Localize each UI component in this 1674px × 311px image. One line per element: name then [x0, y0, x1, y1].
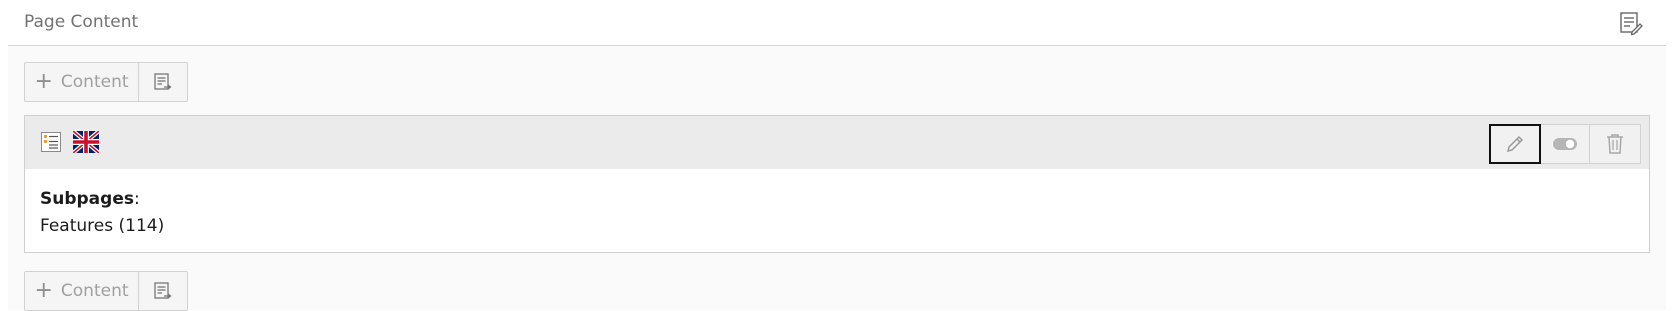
edit-page-icon[interactable] — [1618, 10, 1644, 36]
add-content-button[interactable]: + Content — [25, 63, 139, 101]
subpages-colon: : — [133, 189, 140, 209]
panel-title: Page Content — [24, 12, 139, 32]
bottom-new-content-group: + Content — [24, 271, 188, 311]
paste-button-bottom[interactable] — [139, 272, 187, 310]
menu-subpages-icon — [40, 131, 62, 153]
delete-button[interactable] — [1590, 125, 1640, 163]
subpages-heading: Subpages — [40, 189, 134, 209]
toggle-visibility-button[interactable] — [1540, 125, 1590, 163]
paste-icon — [154, 282, 172, 299]
add-content-label-bottom: Content — [60, 281, 129, 301]
pencil-icon — [1506, 135, 1523, 153]
add-content-button-bottom[interactable]: + Content — [25, 272, 139, 310]
edit-button[interactable] — [1489, 124, 1541, 164]
content-element-body[interactable]: Subpages: Features (114) — [40, 186, 164, 240]
content-element-card: Subpages: Features (114) — [24, 115, 1650, 253]
subpage-item: Features (114) — [40, 216, 165, 236]
paste-button[interactable] — [139, 63, 187, 101]
paste-icon — [154, 73, 172, 90]
uk-flag-icon — [71, 129, 101, 155]
add-content-label: Content — [60, 72, 129, 92]
panel-header: Page Content — [8, 0, 1666, 46]
top-new-content-group: + Content — [24, 62, 188, 102]
content-element-actions — [1489, 124, 1641, 164]
trash-icon — [1607, 134, 1623, 154]
plus-icon: + — [34, 278, 53, 303]
plus-icon: + — [34, 69, 53, 94]
content-element-header — [25, 116, 1649, 169]
toggle-icon — [1552, 138, 1577, 150]
page-content-panel: Page Content + Content Subpages: Feature… — [8, 0, 1666, 311]
